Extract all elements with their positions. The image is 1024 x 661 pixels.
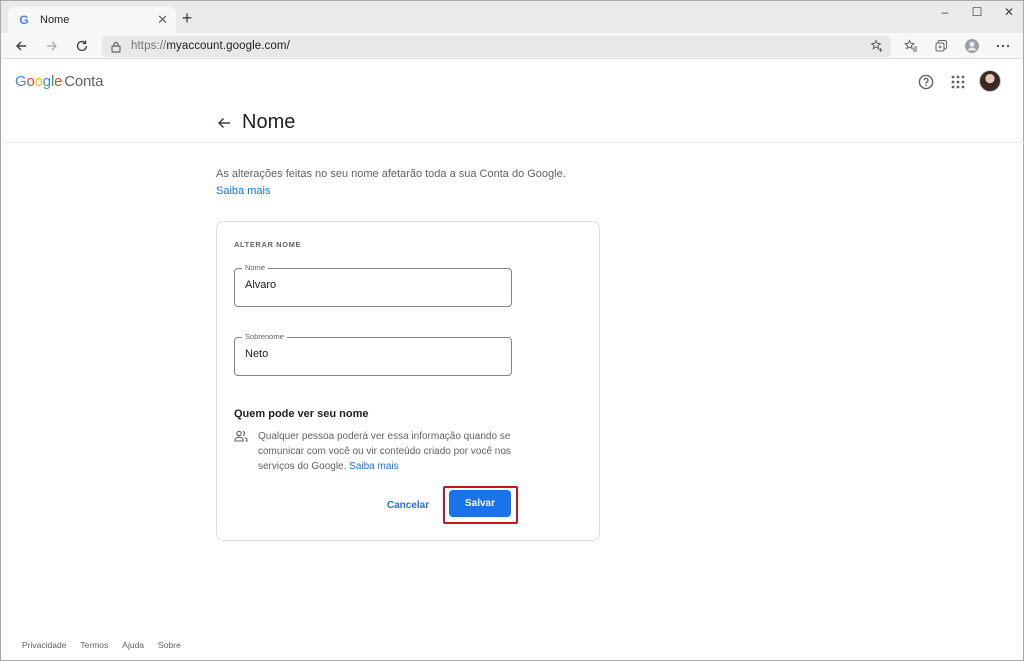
- help-icon[interactable]: [916, 72, 936, 92]
- profile-icon[interactable]: [963, 37, 981, 55]
- people-icon: [234, 429, 248, 443]
- last-name-input[interactable]: [245, 348, 495, 360]
- collections-icon[interactable]: [932, 37, 950, 55]
- back-arrow-icon[interactable]: [216, 115, 234, 133]
- new-tab-plus-icon[interactable]: +: [179, 9, 195, 27]
- first-name-label: Nome: [242, 263, 269, 272]
- footer-link-terms[interactable]: Termos: [80, 640, 108, 650]
- avatar[interactable]: [979, 70, 1001, 92]
- first-name-field[interactable]: Nome: [234, 263, 512, 307]
- tab-strip: G Nome ✕ + – ☐ ✕: [1, 1, 1023, 33]
- intro-text: As alterações feitas no seu nome afetarã…: [216, 168, 566, 180]
- browser-tab[interactable]: G Nome ✕: [8, 7, 176, 33]
- page-title: Nome: [242, 111, 296, 133]
- google-account-logo[interactable]: Google Conta: [15, 73, 103, 90]
- maximize-icon[interactable]: ☐: [963, 5, 991, 21]
- more-options-icon[interactable]: [994, 37, 1012, 55]
- footer-link-about[interactable]: Sobre: [158, 640, 181, 650]
- window-close-icon[interactable]: ✕: [995, 5, 1023, 21]
- intro-learn-more-link[interactable]: Saiba mais: [216, 183, 566, 200]
- save-button[interactable]: Salvar: [449, 490, 511, 517]
- last-name-field[interactable]: Sobrenome: [234, 332, 512, 376]
- browser-toolbar: https://myaccount.google.com/: [1, 33, 1023, 59]
- apps-grid-icon[interactable]: [948, 72, 968, 92]
- visibility-learn-more-link[interactable]: Saiba mais: [349, 461, 398, 472]
- back-nav-icon[interactable]: [12, 37, 30, 55]
- last-name-label: Sobrenome: [242, 332, 287, 341]
- card-heading: ALTERAR NOME: [234, 240, 302, 249]
- visibility-title: Quem pode ver seu nome: [234, 408, 369, 420]
- change-name-card: ALTERAR NOME Nome Sobrenome Quem pode ve…: [216, 221, 600, 541]
- url-text: https://myaccount.google.com/: [131, 40, 290, 52]
- browser-window: G Nome ✕ + – ☐ ✕ https://myaccount.googl…: [0, 0, 1024, 661]
- forward-nav-icon[interactable]: [43, 37, 61, 55]
- cancel-button[interactable]: Cancelar: [380, 494, 436, 516]
- favorites-icon[interactable]: [902, 37, 920, 55]
- google-favicon-icon: G: [19, 13, 29, 27]
- footer-link-privacy[interactable]: Privacidade: [22, 640, 66, 650]
- first-name-input[interactable]: [245, 279, 495, 291]
- account-header: Google Conta Nome: [2, 59, 1024, 143]
- tab-title: Nome: [40, 14, 70, 26]
- add-favorite-icon[interactable]: [870, 39, 884, 58]
- tab-close-icon[interactable]: ✕: [157, 12, 168, 28]
- lock-icon: [111, 40, 121, 58]
- footer-links: Privacidade Termos Ajuda Sobre: [22, 640, 195, 650]
- footer-link-help[interactable]: Ajuda: [122, 640, 144, 650]
- minimize-icon[interactable]: –: [931, 5, 959, 21]
- reload-icon[interactable]: [73, 37, 91, 55]
- address-bar[interactable]: https://myaccount.google.com/: [102, 36, 891, 57]
- visibility-description: Qualquer pessoa poderá ver essa informaç…: [258, 429, 520, 474]
- intro-section: As alterações feitas no seu nome afetarã…: [216, 166, 566, 200]
